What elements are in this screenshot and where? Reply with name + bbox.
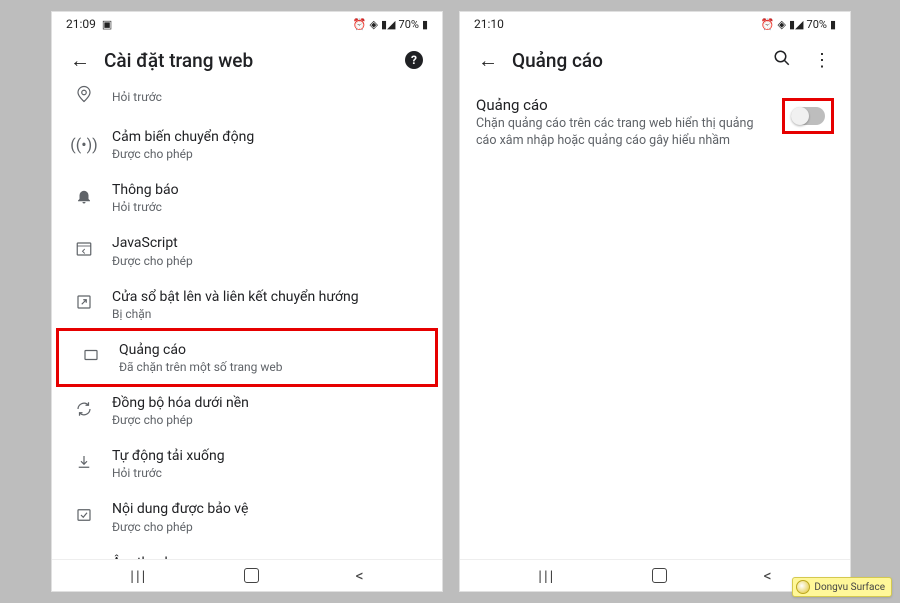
nav-recent-button[interactable]: ||| <box>538 567 555 585</box>
android-navbar: ||| < <box>52 559 442 591</box>
back-arrow-icon: ← <box>478 48 498 73</box>
protected-icon <box>75 506 93 528</box>
setting-auto-download[interactable]: Tự động tải xuống Hỏi trước <box>52 437 442 490</box>
more-vert-icon: ⋮ <box>813 50 831 71</box>
status-bar: 21:10 ⏰ ◈ ▮◢ 70% ▮ <box>460 12 850 36</box>
overflow-button[interactable]: ⋮ <box>802 40 842 80</box>
app-bar: ← Cài đặt trang web ? <box>52 36 442 84</box>
setting-popups[interactable]: Cửa sổ bật lên và liên kết chuyển hướng … <box>52 278 442 331</box>
alarm-icon: ⏰ <box>761 18 775 31</box>
ads-toggle-highlight <box>782 98 834 134</box>
setting-subtitle: Được cho phép <box>112 520 426 534</box>
page-title: Cài đặt trang web <box>104 49 394 72</box>
screenshot-icon: ▣ <box>102 18 112 31</box>
setting-title: Đồng bộ hóa dưới nền <box>112 394 426 412</box>
settings-list: Hỏi trước ((•)) Cảm biến chuyển động Đượ… <box>52 84 442 559</box>
setting-background-sync[interactable]: Đồng bộ hóa dưới nền Được cho phép <box>52 384 442 437</box>
setting-title: Cửa sổ bật lên và liên kết chuyển hướng <box>112 288 426 306</box>
setting-title: Cảm biến chuyển động <box>112 128 426 146</box>
bell-icon <box>75 187 93 209</box>
wifi-icon: ◈ <box>370 18 378 31</box>
status-time: 21:10 <box>474 17 504 31</box>
setting-subtitle: Đã chặn trên một số trang web <box>119 360 419 374</box>
sync-icon <box>75 400 93 422</box>
setting-title: JavaScript <box>112 234 426 252</box>
setting-subtitle: Hỏi trước <box>112 90 426 104</box>
alarm-icon: ⏰ <box>353 18 367 31</box>
setting-subtitle: Được cho phép <box>112 254 426 268</box>
ads-toggle[interactable] <box>791 107 825 125</box>
setting-protected-content[interactable]: Nội dung được bảo vệ Được cho phép <box>52 490 442 543</box>
wifi-icon: ◈ <box>778 18 786 31</box>
setting-subtitle: Hỏi trước <box>112 466 426 480</box>
ads-description: Chặn quảng cáo trên các trang web hiển t… <box>476 116 772 150</box>
setting-javascript[interactable]: JavaScript Được cho phép <box>52 224 442 277</box>
ads-title: Quảng cáo <box>476 96 772 114</box>
app-bar: ← Quảng cáo ⋮ <box>460 36 850 84</box>
page-title: Quảng cáo <box>512 49 762 72</box>
setting-subtitle: Hỏi trước <box>112 200 426 214</box>
signal-icon: ▮◢ <box>381 18 396 31</box>
setting-subtitle: Bị chặn <box>112 307 426 321</box>
motion-icon: ((•)) <box>70 135 98 154</box>
watermark-icon <box>796 580 810 594</box>
status-time: 21:09 <box>66 17 96 31</box>
back-arrow-icon: ← <box>70 48 90 73</box>
back-button[interactable]: ← <box>60 40 100 80</box>
back-button[interactable]: ← <box>468 40 508 80</box>
popup-icon <box>75 293 93 315</box>
nav-home-button[interactable] <box>652 568 667 583</box>
setting-title: Thông báo <box>112 181 426 199</box>
ads-toggle-row[interactable]: Quảng cáo Chặn quảng cáo trên các trang … <box>460 84 850 162</box>
setting-subtitle: Được cho phép <box>112 147 426 161</box>
watermark-badge: Dongvu Surface <box>792 577 892 597</box>
nav-recent-button[interactable]: ||| <box>130 567 147 585</box>
setting-sound[interactable]: Âm thanh Được cho phép <box>52 544 442 560</box>
nav-back-button[interactable]: < <box>764 566 772 585</box>
setting-title: Nội dung được bảo vệ <box>112 500 426 518</box>
setting-subtitle: Được cho phép <box>112 413 426 427</box>
battery-icon: ▮ <box>830 18 836 31</box>
phone-left: 21:09 ▣ ⏰ ◈ ▮◢ 70% ▮ ← Cài đặt trang web… <box>52 12 442 591</box>
search-button[interactable] <box>762 40 802 80</box>
setting-location[interactable]: Hỏi trước <box>52 84 442 118</box>
search-icon <box>773 49 791 72</box>
status-bar: 21:09 ▣ ⏰ ◈ ▮◢ 70% ▮ <box>52 12 442 36</box>
battery-icon: ▮ <box>422 18 428 31</box>
signal-icon: ▮◢ <box>789 18 804 31</box>
setting-title: Quảng cáo <box>119 341 419 359</box>
watermark-text: Dongvu Surface <box>814 582 885 593</box>
nav-home-button[interactable] <box>244 568 259 583</box>
help-button[interactable]: ? <box>394 40 434 80</box>
nav-back-button[interactable]: < <box>356 566 364 585</box>
ads-icon <box>82 346 100 368</box>
setting-motion[interactable]: ((•)) Cảm biến chuyển động Được cho phép <box>52 118 442 171</box>
setting-notifications[interactable]: Thông báo Hỏi trước <box>52 171 442 224</box>
setting-title: Tự động tải xuống <box>112 447 426 465</box>
download-icon <box>75 453 93 475</box>
help-icon: ? <box>405 51 423 69</box>
phone-right: 21:10 ⏰ ◈ ▮◢ 70% ▮ ← Quảng cáo ⋮ Quảng c… <box>460 12 850 591</box>
battery-text: 70% <box>399 18 419 31</box>
javascript-icon <box>75 240 93 262</box>
ads-detail-content: Quảng cáo Chặn quảng cáo trên các trang … <box>460 84 850 559</box>
location-icon <box>75 85 93 107</box>
battery-text: 70% <box>807 18 827 31</box>
toggle-knob <box>791 107 809 125</box>
setting-ads[interactable]: Quảng cáo Đã chặn trên một số trang web <box>56 328 438 387</box>
